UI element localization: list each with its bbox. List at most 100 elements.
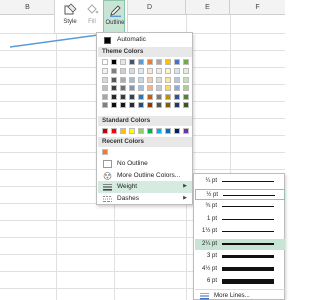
theme-color-swatch[interactable]	[111, 85, 117, 91]
theme-color-swatch[interactable]	[129, 76, 135, 83]
weight-option-preview-line	[222, 267, 274, 271]
theme-color-swatch[interactable]	[174, 93, 180, 100]
standard-color-swatch[interactable]	[129, 128, 135, 134]
theme-color-swatch[interactable]	[120, 68, 126, 74]
theme-color-swatch[interactable]	[147, 59, 153, 65]
column-header-row: B C D E F	[0, 0, 285, 15]
theme-color-swatch[interactable]	[102, 102, 108, 108]
theme-color-swatch[interactable]	[165, 68, 171, 74]
theme-color-swatch[interactable]	[102, 68, 108, 74]
theme-color-swatch[interactable]	[183, 68, 189, 74]
theme-color-swatch[interactable]	[147, 76, 153, 83]
theme-color-swatch[interactable]	[111, 76, 117, 83]
theme-color-swatch[interactable]	[138, 59, 144, 65]
column-header-b[interactable]: B	[0, 0, 56, 15]
theme-color-swatch[interactable]	[120, 59, 126, 65]
weight-option[interactable]: ¾ pt	[195, 201, 285, 212]
standard-color-swatch[interactable]	[120, 128, 126, 134]
theme-color-swatch[interactable]	[156, 85, 162, 91]
style-button[interactable]: Style	[59, 0, 81, 33]
theme-color-swatch[interactable]	[120, 76, 126, 83]
more-outline-colors-label: More Outline Colors...	[117, 172, 181, 179]
weight-option[interactable]: Weight ▶	[98, 181, 192, 193]
theme-color-swatch[interactable]	[147, 68, 153, 74]
theme-color-swatch[interactable]	[174, 68, 180, 74]
theme-color-swatch[interactable]	[129, 68, 135, 74]
theme-color-swatch[interactable]	[147, 85, 153, 91]
weight-option[interactable]: 3 pt	[195, 251, 285, 262]
weight-option[interactable]: 1 pt	[195, 214, 285, 225]
standard-color-swatch[interactable]	[138, 128, 144, 134]
drawn-line-shape[interactable]	[10, 32, 100, 50]
theme-color-swatch[interactable]	[138, 85, 144, 91]
theme-color-swatch[interactable]	[111, 68, 117, 74]
theme-color-swatch[interactable]	[138, 68, 144, 74]
weight-option[interactable]: 4½ pt	[195, 264, 285, 275]
theme-color-swatch[interactable]	[183, 76, 189, 83]
standard-color-swatch[interactable]	[147, 128, 153, 134]
theme-color-swatch[interactable]	[174, 59, 180, 65]
theme-color-swatch[interactable]	[183, 59, 189, 65]
theme-color-swatch[interactable]	[174, 85, 180, 91]
theme-color-swatch[interactable]	[102, 85, 108, 91]
theme-color-swatch[interactable]	[147, 102, 153, 108]
theme-color-swatch[interactable]	[129, 59, 135, 65]
standard-colors-heading: Standard Colors	[98, 116, 192, 126]
no-outline-option[interactable]: No Outline	[98, 158, 192, 170]
theme-color-swatch[interactable]	[156, 76, 162, 83]
weight-option[interactable]: 1½ pt	[195, 226, 285, 237]
dashes-option[interactable]: Dashes ▶	[98, 193, 192, 205]
standard-color-swatch[interactable]	[156, 128, 162, 134]
theme-color-swatch[interactable]	[165, 59, 171, 65]
column-header-f[interactable]: F	[230, 0, 285, 15]
theme-color-swatch[interactable]	[156, 93, 162, 100]
theme-color-swatch[interactable]	[183, 93, 189, 100]
theme-color-swatch[interactable]	[111, 102, 117, 108]
theme-color-swatch[interactable]	[138, 102, 144, 108]
standard-color-swatch[interactable]	[174, 128, 180, 134]
theme-color-swatch[interactable]	[165, 85, 171, 91]
weight-option[interactable]: ½ pt	[195, 188, 285, 200]
standard-color-swatch[interactable]	[111, 128, 117, 134]
theme-color-swatch[interactable]	[102, 93, 108, 100]
theme-color-swatch[interactable]	[102, 76, 108, 83]
theme-color-swatch[interactable]	[138, 93, 144, 100]
theme-color-swatch[interactable]	[129, 85, 135, 91]
weight-option[interactable]: ¼ pt	[195, 176, 285, 187]
theme-color-swatch[interactable]	[165, 93, 171, 100]
theme-color-swatch[interactable]	[156, 68, 162, 74]
theme-color-swatch[interactable]	[111, 93, 117, 100]
theme-color-swatch[interactable]	[120, 93, 126, 100]
theme-color-swatch[interactable]	[174, 102, 180, 108]
standard-color-swatch[interactable]	[165, 128, 171, 134]
automatic-option[interactable]: Automatic	[98, 34, 192, 46]
theme-color-swatch[interactable]	[183, 85, 189, 91]
recent-color-swatch[interactable]	[102, 149, 108, 155]
theme-color-swatch[interactable]	[165, 102, 171, 108]
theme-color-swatch[interactable]	[120, 85, 126, 91]
weight-option-preview-line	[222, 243, 274, 245]
fill-button[interactable]: Fill	[81, 0, 103, 33]
weight-option[interactable]: 6 pt	[195, 276, 285, 287]
weight-option-label: ¼ pt	[205, 178, 217, 184]
theme-color-swatch[interactable]	[120, 102, 126, 108]
theme-color-swatch[interactable]	[174, 76, 180, 83]
standard-color-swatch[interactable]	[102, 128, 108, 134]
weight-option-label: 4½ pt	[201, 265, 217, 272]
theme-color-swatch[interactable]	[147, 93, 153, 100]
theme-color-swatch[interactable]	[165, 76, 171, 83]
weight-option-label: 3 pt	[206, 253, 217, 259]
theme-color-swatch[interactable]	[138, 76, 144, 83]
theme-color-swatch[interactable]	[183, 102, 189, 108]
theme-color-swatch[interactable]	[129, 93, 135, 100]
column-header-e[interactable]: E	[186, 0, 230, 15]
theme-color-swatch[interactable]	[102, 59, 108, 65]
theme-color-swatch[interactable]	[156, 102, 162, 108]
theme-color-swatch[interactable]	[111, 59, 117, 65]
standard-color-swatch[interactable]	[183, 128, 189, 134]
outline-button[interactable]: Outline	[103, 0, 125, 33]
theme-color-swatch[interactable]	[129, 102, 135, 108]
weight-option[interactable]: 2¼ pt	[195, 238, 285, 250]
more-lines-option[interactable]: More Lines...	[195, 289, 285, 300]
theme-color-swatch[interactable]	[156, 59, 162, 65]
